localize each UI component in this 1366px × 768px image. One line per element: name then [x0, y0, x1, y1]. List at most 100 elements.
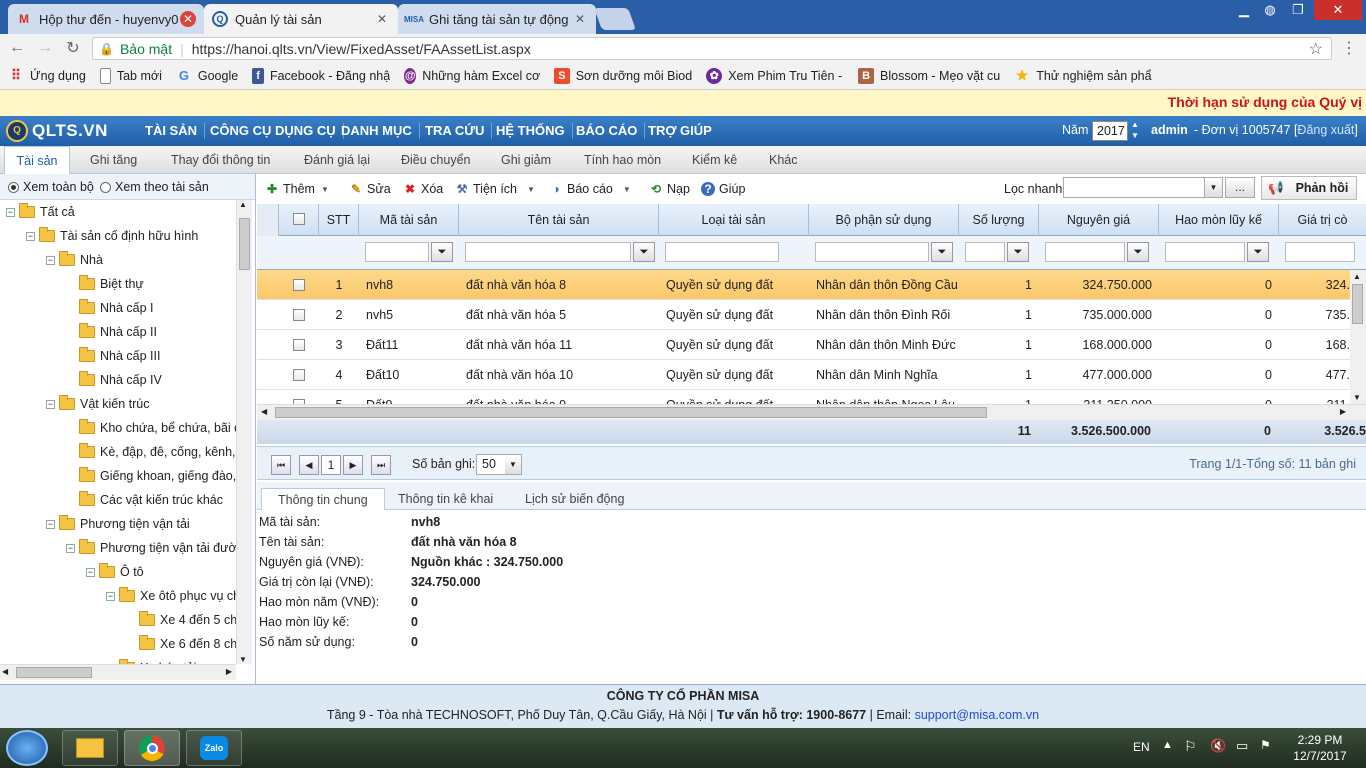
tree-node[interactable]: − Vật kiến trúc: [46, 394, 149, 414]
back-icon[interactable]: ←: [6, 38, 28, 58]
tree-node[interactable]: Nhà cấp II: [66, 322, 157, 342]
filter-so-luong-input[interactable]: [965, 242, 1005, 262]
quick-filter-more-button[interactable]: ...: [1225, 177, 1255, 198]
browser-tab-misa[interactable]: MISA Ghi tăng tài sản tự động ✕: [398, 4, 596, 34]
utilities-button[interactable]: ⚒ Tiện ích ▼: [455, 182, 535, 196]
menu-tro-giup[interactable]: TRỢ GIÚP: [641, 123, 719, 139]
menu-icon[interactable]: ⋮: [1338, 38, 1360, 58]
user-icon[interactable]: ◍: [1258, 0, 1282, 20]
tree-node[interactable]: Nhà cấp I: [66, 298, 154, 318]
year-input[interactable]: 2017: [1092, 121, 1128, 141]
scroll-up-icon[interactable]: ▲: [239, 200, 247, 209]
bookmark-google[interactable]: G Google: [176, 68, 238, 84]
bookmark-facebook[interactable]: f Facebook - Đăng nhậ: [252, 67, 390, 84]
collapse-toggle-icon[interactable]: −: [86, 567, 95, 577]
col-ma-tai-san[interactable]: Mã tài sản: [359, 204, 459, 236]
prev-page-icon[interactable]: ◀: [299, 455, 319, 475]
view-by-asset-radio[interactable]: Xem theo tài sản: [100, 180, 209, 194]
collapse-toggle-icon[interactable]: −: [6, 207, 15, 217]
tab-danh-gia-lai[interactable]: Đánh giá lại: [304, 146, 370, 174]
add-button[interactable]: ✚ Thêm ▼: [265, 182, 329, 196]
grid-horizontal-scrollbar[interactable]: ◀ ▶: [257, 404, 1366, 420]
col-gia-tri-con-lai[interactable]: Giá trị cò: [1279, 204, 1366, 236]
tree-node[interactable]: − Phương tiện vận tải: [46, 514, 190, 534]
view-all-radio[interactable]: Xem toàn bộ: [8, 180, 94, 194]
browser-tab-active[interactable]: Q Quản lý tài sản ✕: [204, 4, 398, 34]
table-row[interactable]: 4 Đất10 đất nhà văn hóa 10 Quyền sử dụng đấ…: [257, 360, 1350, 390]
feedback-button[interactable]: 📢 Phản hồi: [1261, 176, 1357, 200]
row-checkbox[interactable]: [293, 369, 305, 381]
tray-up-icon[interactable]: ▲: [1162, 739, 1173, 751]
load-button[interactable]: ⟲ Nạp: [649, 182, 690, 196]
chevron-down-icon[interactable]: ▼: [1204, 178, 1222, 197]
row-checkbox[interactable]: [293, 339, 305, 351]
start-button-icon[interactable]: [6, 730, 48, 766]
collapse-toggle-icon[interactable]: −: [66, 543, 75, 553]
col-stt[interactable]: STT: [319, 204, 359, 236]
tab-thay-doi-thong-tin[interactable]: Thay đổi thông tin: [171, 146, 270, 174]
close-tab-icon[interactable]: ✕: [180, 11, 196, 27]
table-row[interactable]: 3 Đất11 đất nhà văn hóa 11 Quyền sử dụng đấ…: [257, 330, 1350, 360]
tab-thong-tin-chung[interactable]: Thông tin chung: [261, 488, 385, 510]
tree-node[interactable]: Xe 6 đến 8 ch: [126, 634, 236, 654]
chrome-icon[interactable]: [124, 730, 180, 766]
bookmark-newtab[interactable]: Tab mới: [99, 67, 162, 84]
volume-muted-icon[interactable]: 🔇: [1210, 738, 1226, 754]
last-page-icon[interactable]: ⏭: [371, 455, 391, 475]
menu-he-thong[interactable]: HỆ THỐNG: [489, 123, 573, 139]
bookmark-thunghiem[interactable]: ★ Thử nghiệm sản phẩ: [1014, 68, 1154, 84]
page-number-input[interactable]: 1: [321, 455, 341, 475]
table-row[interactable]: 2 nvh5 đất nhà văn hóa 5 Quyền sử dụng đất N…: [257, 300, 1350, 330]
tree-node[interactable]: − Tất cả: [6, 202, 75, 222]
col-hao-mon-luy-ke[interactable]: Hao mòn lũy kế: [1159, 204, 1279, 236]
scroll-right-icon[interactable]: ▶: [226, 667, 232, 676]
filter-ten-input[interactable]: [465, 242, 631, 262]
tree-node[interactable]: − Ô tô: [86, 562, 144, 582]
restore-icon[interactable]: ❐: [1284, 0, 1312, 20]
url-field[interactable]: 🔒 Bảo mật | https://hanoi.qlts.vn/View/F…: [92, 37, 1332, 60]
collapse-toggle-icon[interactable]: −: [46, 399, 55, 409]
bookmark-apps[interactable]: ⠿ Ứng dụng: [8, 68, 86, 84]
star-icon[interactable]: ☆: [1309, 39, 1323, 59]
tab-tai-san[interactable]: Tài sản: [4, 146, 70, 174]
tree-vertical-scrollbar[interactable]: ▲ ▼: [236, 200, 252, 664]
zalo-icon[interactable]: Zalo: [186, 730, 242, 766]
filter-icon[interactable]: ⏷: [633, 242, 655, 262]
filter-icon[interactable]: ⏷: [431, 242, 453, 262]
collapse-toggle-icon[interactable]: −: [46, 519, 55, 529]
clock-time[interactable]: 2:29 PM: [1290, 733, 1350, 747]
help-button[interactable]: ? Giúp: [701, 182, 745, 196]
grid-vertical-scrollbar[interactable]: ▲ ▼: [1350, 270, 1366, 404]
app-logo[interactable]: QLTS.VN: [32, 121, 108, 141]
year-spinner-icon[interactable]: ▲ ▼: [1131, 119, 1139, 141]
display-icon[interactable]: ▭: [1236, 738, 1248, 754]
filter-loai-input[interactable]: [665, 242, 779, 262]
tree-node[interactable]: − Phương tiện vận tải đườn: [66, 538, 236, 558]
chevron-down-icon[interactable]: ▼: [505, 455, 521, 474]
menu-tra-cuu[interactable]: TRA CỨU: [418, 123, 493, 139]
table-row[interactable]: 1 nvh8 đất nhà văn hóa 8 Quyền sử dụng đất N…: [257, 270, 1350, 300]
explorer-icon[interactable]: [62, 730, 118, 766]
tab-ghi-tang[interactable]: Ghi tăng: [90, 146, 137, 174]
bookmark-excel[interactable]: @ Những hàm Excel cơ: [404, 67, 540, 84]
close-tab-icon[interactable]: ✕: [572, 11, 588, 27]
scroll-thumb[interactable]: [1352, 284, 1363, 324]
tree-node[interactable]: Kè, đập, đê, cống, kênh, m: [66, 442, 236, 462]
reload-icon[interactable]: ↻: [62, 38, 84, 58]
col-loai-tai-san[interactable]: Loại tài sản: [659, 204, 809, 236]
filter-icon[interactable]: ⏷: [1247, 242, 1269, 262]
close-window-icon[interactable]: ✕: [1314, 0, 1362, 20]
tree-node[interactable]: Giếng khoan, giếng đào, t: [66, 466, 236, 486]
col-bo-phan-su-dung[interactable]: Bộ phận sử dụng: [809, 204, 959, 236]
filter-bo-phan-input[interactable]: [815, 242, 929, 262]
col-ten-tai-san[interactable]: Tên tài sản: [459, 204, 659, 236]
menu-bao-cao[interactable]: BÁO CÁO: [569, 123, 646, 139]
col-nguyen-gia[interactable]: Nguyên giá: [1039, 204, 1159, 236]
filter-hao-mon-input[interactable]: [1165, 242, 1245, 262]
flag-icon[interactable]: ⚑: [1260, 738, 1271, 752]
scroll-right-icon[interactable]: ▶: [1340, 407, 1346, 416]
next-page-icon[interactable]: ▶: [343, 455, 363, 475]
scroll-up-icon[interactable]: ▲: [1353, 272, 1361, 281]
bookmark-phim[interactable]: ✿ Xem Phim Tru Tiên -: [706, 67, 844, 84]
tree-node[interactable]: − Tài sản cố định hữu hình: [26, 226, 198, 246]
